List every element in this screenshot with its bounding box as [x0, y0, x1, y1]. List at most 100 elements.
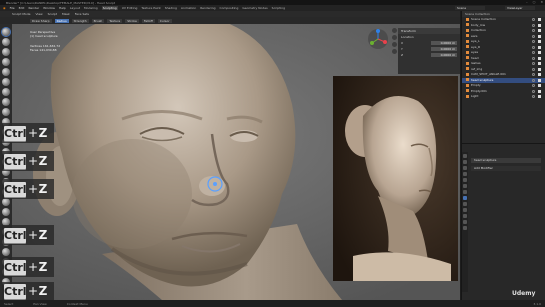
- menu-window[interactable]: Window: [43, 6, 55, 10]
- view-menu[interactable]: View: [36, 12, 43, 16]
- physics-tab-icon[interactable]: [463, 208, 467, 212]
- visibility-eye-icon[interactable]: [538, 29, 541, 32]
- selectable-icon[interactable]: [532, 84, 535, 87]
- falloff-dropdown[interactable]: Falloff: [141, 18, 155, 23]
- workspace-tab-geometry-nodes[interactable]: Geometry Nodes: [242, 6, 267, 10]
- selectable-icon[interactable]: [532, 78, 535, 82]
- output-tab-icon[interactable]: [463, 166, 467, 170]
- pan-icon[interactable]: [392, 35, 397, 40]
- selectable-icon[interactable]: [532, 73, 535, 76]
- workspace-tab-animation[interactable]: Animation: [181, 6, 196, 10]
- selectable-icon[interactable]: [532, 18, 535, 21]
- navigation-gizmo[interactable]: [367, 28, 389, 50]
- draw-sharp-brush-icon[interactable]: [2, 38, 10, 46]
- workspace-tab-uv-editing[interactable]: UV Editing: [122, 6, 138, 10]
- render-tab-icon[interactable]: [463, 160, 467, 164]
- visibility-eye-icon[interactable]: [538, 51, 541, 54]
- sculpt-menu[interactable]: Sculpt: [48, 12, 57, 16]
- smooth-brush-icon[interactable]: [2, 108, 10, 116]
- selectable-icon[interactable]: [532, 56, 535, 60]
- visibility-eye-icon[interactable]: [538, 34, 541, 38]
- draw-brush-icon[interactable]: [2, 28, 10, 36]
- visibility-eye-icon[interactable]: [538, 67, 541, 71]
- mask-menu[interactable]: Mask: [62, 12, 70, 16]
- visibility-eye-icon[interactable]: [538, 89, 541, 93]
- visibility-eye-icon[interactable]: [538, 62, 541, 65]
- selectable-icon[interactable]: [532, 29, 535, 32]
- nudge-brush-icon[interactable]: [2, 198, 10, 206]
- tool-tab-icon[interactable]: [463, 154, 467, 158]
- stroke-dropdown[interactable]: Stroke: [125, 18, 139, 23]
- minimize-button[interactable]: –: [526, 0, 528, 4]
- object-tab-icon[interactable]: [463, 190, 467, 194]
- texture-dropdown[interactable]: Texture: [107, 18, 123, 23]
- menu-render[interactable]: Render: [28, 6, 39, 10]
- visibility-eye-icon[interactable]: [538, 95, 541, 98]
- blender-logo-icon[interactable]: ◉: [3, 6, 6, 10]
- selectable-icon[interactable]: [532, 23, 535, 27]
- object-name-field[interactable]: head sculpture: [471, 158, 541, 163]
- visibility-eye-icon[interactable]: [538, 23, 541, 27]
- add-modifier-button[interactable]: Add Modifier: [471, 166, 541, 171]
- workspace-tab-rendering[interactable]: Rendering: [200, 6, 215, 10]
- zoom-icon[interactable]: [392, 28, 397, 33]
- constraints-tab-icon[interactable]: [463, 214, 467, 218]
- brush-name[interactable]: Draw Sharp: [30, 18, 52, 23]
- location-y-field[interactable]: 0.0000 m: [431, 47, 457, 51]
- visibility-eye-icon[interactable]: [538, 56, 541, 60]
- menu-help[interactable]: Help: [59, 6, 66, 10]
- selectable-icon[interactable]: [532, 34, 535, 38]
- modifier-tab-icon[interactable]: [463, 196, 467, 200]
- menu-file[interactable]: File: [10, 6, 15, 10]
- workspace-tab-texture-paint[interactable]: Texture Paint: [141, 6, 160, 10]
- outliner-item[interactable]: Light: [462, 94, 545, 100]
- visibility-eye-icon[interactable]: [538, 73, 541, 76]
- face-sets-menu[interactable]: Face Sets: [75, 12, 89, 16]
- selectable-icon[interactable]: [532, 51, 535, 54]
- camera-icon[interactable]: [392, 42, 397, 47]
- workspace-tab-shading[interactable]: Shading: [165, 6, 177, 10]
- view-layer-selector[interactable]: ViewLayer: [505, 6, 535, 10]
- clay-strips-brush-icon[interactable]: [2, 58, 10, 66]
- visibility-eye-icon[interactable]: [538, 18, 541, 21]
- clay-brush-icon[interactable]: [2, 48, 10, 56]
- box-trim-icon[interactable]: [2, 248, 10, 256]
- blob-brush-icon[interactable]: [2, 88, 10, 96]
- perspective-toggle-icon[interactable]: [392, 49, 397, 54]
- selectable-icon[interactable]: [532, 62, 535, 65]
- layer-brush-icon[interactable]: [2, 68, 10, 76]
- material-tab-icon[interactable]: [463, 226, 467, 230]
- scene-selector[interactable]: Scene: [455, 6, 485, 10]
- rotate-brush-icon[interactable]: [2, 208, 10, 216]
- selectable-icon[interactable]: [532, 40, 535, 43]
- workspace-tab-scripting[interactable]: Scripting: [272, 6, 285, 10]
- inflate-brush-icon[interactable]: [2, 78, 10, 86]
- close-button[interactable]: ✕: [540, 0, 543, 4]
- visibility-eye-icon[interactable]: [538, 78, 541, 82]
- cursor-dropdown[interactable]: Cursor: [157, 18, 172, 23]
- brush-dropdown[interactable]: Brush: [91, 18, 105, 23]
- particles-tab-icon[interactable]: [463, 202, 467, 206]
- selectable-icon[interactable]: [532, 67, 535, 71]
- selectable-icon[interactable]: [532, 89, 535, 93]
- mode-selector[interactable]: Sculpt Mode: [12, 12, 31, 16]
- location-z-field[interactable]: 0.0000 m: [431, 53, 457, 57]
- selectable-icon[interactable]: [532, 45, 535, 49]
- workspace-tab-sculpting[interactable]: Sculpting: [101, 6, 118, 10]
- data-tab-icon[interactable]: [463, 220, 467, 224]
- visibility-eye-icon[interactable]: [538, 40, 541, 43]
- radius-field[interactable]: Radius: [54, 18, 69, 23]
- workspace-tab-layout[interactable]: Layout: [70, 6, 80, 10]
- workspace-tab-compositing[interactable]: Compositing: [220, 6, 239, 10]
- world-tab-icon[interactable]: [463, 184, 467, 188]
- crease-brush-icon[interactable]: [2, 98, 10, 106]
- maximize-button[interactable]: ▢: [533, 0, 536, 4]
- visibility-eye-icon[interactable]: [538, 45, 541, 49]
- visibility-eye-icon[interactable]: [538, 84, 541, 87]
- workspace-tab-modeling[interactable]: Modeling: [84, 6, 98, 10]
- selectable-icon[interactable]: [532, 95, 535, 98]
- menu-edit[interactable]: Edit: [19, 6, 25, 10]
- scene-tab-icon[interactable]: [463, 178, 467, 182]
- view-layer-tab-icon[interactable]: [463, 172, 467, 176]
- location-x-field[interactable]: 0.0000 m: [431, 41, 457, 45]
